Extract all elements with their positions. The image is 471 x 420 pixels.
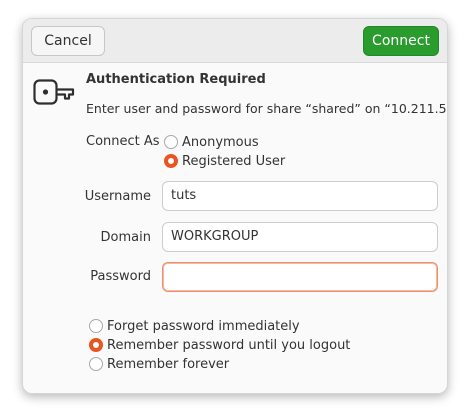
radio-button[interactable] [164, 135, 178, 149]
dialog-title: Authentication Required [86, 72, 266, 87]
radio-remember-forever[interactable]: Remember forever [89, 355, 229, 373]
radio-button[interactable] [89, 357, 103, 371]
radio-button[interactable] [89, 319, 103, 333]
domain-label: Domain [100, 230, 151, 245]
radio-label: Remember forever [107, 356, 230, 372]
domain-field[interactable]: WORKGROUP [162, 222, 438, 252]
connect-as-label: Connect As [86, 134, 160, 149]
radio-button[interactable] [164, 154, 178, 168]
dialog-prompt: Enter user and password for share “share… [86, 101, 448, 116]
radio-label: Remember password until you logout [107, 337, 351, 353]
radio-label: Registered User [182, 153, 286, 169]
username-field[interactable]: tuts [162, 181, 438, 211]
password-field[interactable] [162, 262, 438, 292]
radio-label: Anonymous [182, 134, 259, 150]
radio-forget-password[interactable]: Forget password immediately [89, 317, 300, 335]
radio-remember-until-logout[interactable]: Remember password until you logout [89, 336, 350, 354]
radio-registered-user[interactable]: Registered User [164, 152, 285, 170]
radio-anonymous[interactable]: Anonymous [164, 133, 259, 151]
radio-button[interactable] [89, 338, 103, 352]
password-label: Password [90, 269, 151, 284]
authentication-dialog: Cancel Connect Authentication Required E… [22, 18, 448, 394]
dialog-headerbar: Cancel Connect [23, 19, 447, 63]
cancel-button[interactable]: Cancel [31, 26, 105, 56]
username-label: Username [84, 189, 151, 204]
key-icon [33, 79, 75, 105]
radio-label: Forget password immediately [107, 318, 300, 334]
connect-button[interactable]: Connect [363, 26, 439, 56]
